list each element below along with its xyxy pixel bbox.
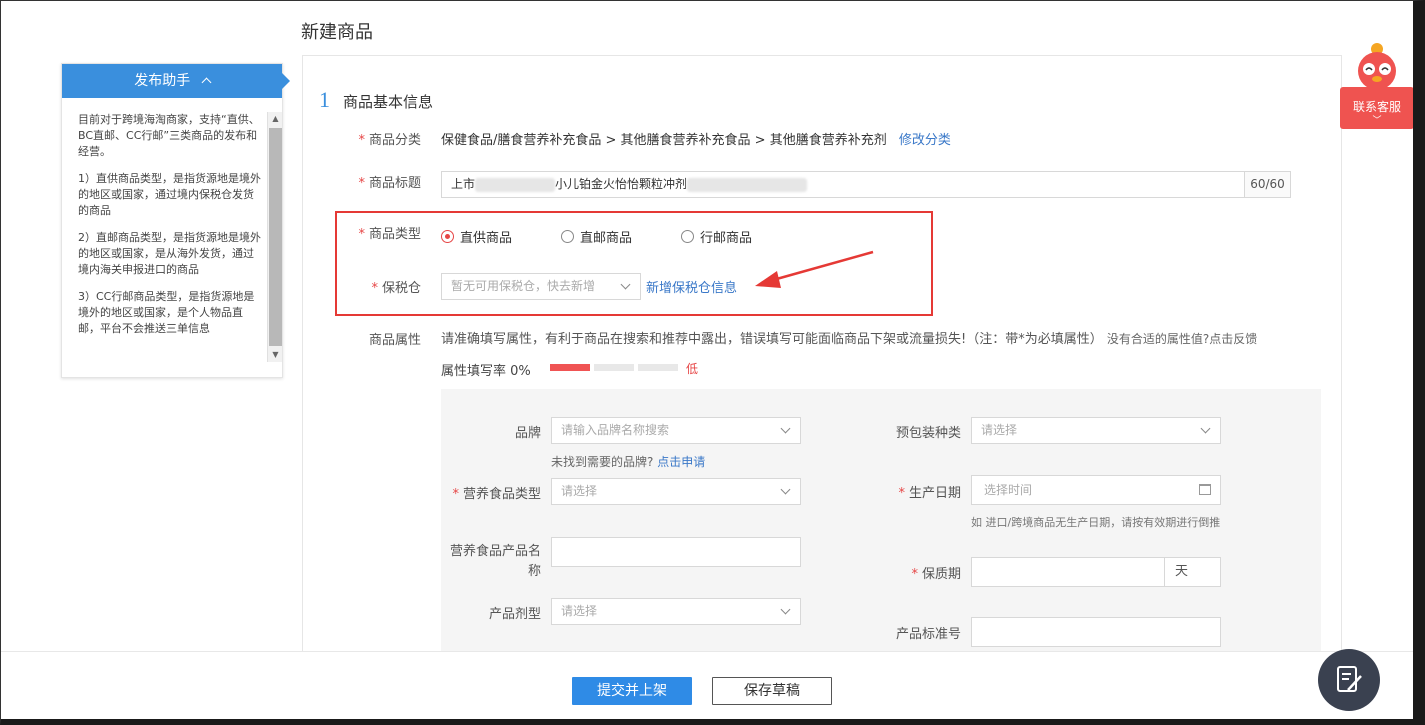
helper-paragraph: 3）CC行邮商品类型，是指货源地是境外的地区或国家，是个人物品直邮，平台不会推送… <box>78 290 255 335</box>
mascot-icon <box>1358 43 1396 90</box>
submit-publish-button[interactable]: 提交并上架 <box>572 677 692 705</box>
category-label: * 商品分类 <box>358 133 421 148</box>
shelf-life-label: * 保质期 <box>911 567 961 582</box>
category-path-text: 保健食品/膳食营养补充食品 > 其他膳食营养补充食品 > 其他膳食营养补充剂 <box>441 133 887 148</box>
edit-note-icon <box>1337 666 1362 692</box>
section-number: 1 <box>319 87 330 112</box>
title-text-middle: 小儿铂金火怡怡颗粒冲剂 <box>555 177 688 191</box>
blurred-text <box>687 177 808 192</box>
helper-pointer <box>282 73 290 89</box>
product-name-input[interactable] <box>551 537 801 567</box>
helper-paragraph: 2）直邮商品类型，是指货源地是境外的地区或国家，是从海外发货，通过境内海关申报进… <box>78 231 261 276</box>
chevron-down-icon <box>780 484 791 495</box>
bonded-placeholder: 暂无可用保税仓，快去新增 <box>451 279 596 293</box>
fill-rate-level: 低 <box>686 362 699 376</box>
product-title-input[interactable]: 上市 小儿铂金火怡怡颗粒冲剂 60/60 <box>441 171 1291 198</box>
scroll-thumb[interactable] <box>269 128 282 346</box>
production-date-hint: 如 进口/跨境商品无生产日期，请按有效期进行倒推 <box>971 516 1221 529</box>
chevron-down-icon <box>620 279 631 290</box>
add-bonded-link[interactable]: 新增保税仓信息 <box>646 277 737 296</box>
fill-rate-label: 属性填写率 0% <box>441 364 531 379</box>
helper-paragraph: 1）直供商品类型，是指货源地是境外的地区或国家，通过境内保税仓发货的商品 <box>78 172 261 217</box>
shelf-life-input[interactable]: 天 <box>971 557 1221 587</box>
edit-floating-button[interactable] <box>1318 649 1380 711</box>
apply-brand-link[interactable]: 点击申请 <box>657 455 705 469</box>
helper-scrollbar[interactable]: ▲ ▼ <box>267 112 282 362</box>
annotation-arrow-icon <box>755 250 874 288</box>
save-draft-button[interactable]: 保存草稿 <box>712 677 832 705</box>
bonded-warehouse-select[interactable]: 暂无可用保税仓，快去新增 <box>441 273 641 300</box>
customer-service-button[interactable]: 联系客服 ﹀ <box>1340 87 1413 129</box>
title-char-count: 60/60 <box>1244 172 1290 197</box>
radio-icon <box>681 230 694 243</box>
brand-hint: 未找到需要的品牌? 点击申请 <box>551 455 706 469</box>
radio-icon <box>561 230 574 243</box>
brand-label: 品牌 <box>514 426 541 441</box>
helper-paragraph: 目前对于跨境海淘商家，支持“直供、BC直邮、CC行邮”三类商品的发布和经营。 <box>78 113 260 158</box>
chevron-down-icon <box>1200 423 1211 434</box>
attributes-label: 商品属性 <box>368 333 421 348</box>
action-bar <box>1 651 1413 719</box>
dosage-select[interactable]: 请选择 <box>551 598 801 625</box>
shelf-life-unit: 天 <box>1164 558 1220 586</box>
package-label: 预包装种类 <box>895 426 961 441</box>
feedback-link[interactable]: 点击反馈 <box>1209 332 1257 346</box>
chevron-up-icon <box>201 77 212 88</box>
product-type-label: * 商品类型 <box>358 227 421 242</box>
chevron-down-icon <box>780 604 791 615</box>
modify-category-link[interactable]: 修改分类 <box>899 133 951 148</box>
category-path: 保健食品/膳食营养补充食品 > 其他膳食营养补充食品 > 其他膳食营养补充剂 修… <box>441 129 951 148</box>
radio-direct-mail[interactable]: 直邮商品 <box>561 227 632 246</box>
production-date-label: * 生产日期 <box>898 486 961 501</box>
customer-service-widget[interactable]: 联系客服 ﹀ <box>1340 41 1413 131</box>
bonded-label: * 保税仓 <box>371 281 421 296</box>
section-title: 商品基本信息 <box>343 93 434 111</box>
window-frame: 新建商品 发布助手 目前对于跨境海淘商家，支持“直供、BC直邮、CC行邮”三类商… <box>0 0 1425 725</box>
product-name-label: 营养食品产品名称 <box>449 544 541 579</box>
publish-helper-panel: 发布助手 目前对于跨境海淘商家，支持“直供、BC直邮、CC行邮”三类商品的发布和… <box>61 63 290 378</box>
scroll-down-icon[interactable]: ▼ <box>268 348 283 362</box>
title-text-prefix: 上市 <box>451 177 476 191</box>
attributes-hint: 请准确填写属性，有利于商品在搜索和推荐中露出，错误填写可能面临商品下架或流量损失… <box>441 332 1258 347</box>
package-select[interactable]: 请选择 <box>971 417 1221 444</box>
blurred-text <box>475 177 556 192</box>
chevron-down-icon: ﹀ <box>1372 116 1382 126</box>
radio-selected-icon <box>441 230 454 243</box>
helper-title: 发布助手 <box>134 73 191 89</box>
production-date-picker[interactable]: 选择时间 <box>971 475 1221 505</box>
standard-no-label: 产品标准号 <box>895 627 961 642</box>
food-type-select[interactable]: 请选择 <box>551 478 801 505</box>
radio-direct-supply[interactable]: 直供商品 <box>441 227 512 246</box>
title-label: * 商品标题 <box>358 176 421 191</box>
chevron-down-icon <box>780 423 791 434</box>
helper-header[interactable]: 发布助手 <box>62 64 290 98</box>
scroll-up-icon[interactable]: ▲ <box>268 112 283 126</box>
dosage-label: 产品剂型 <box>488 607 541 622</box>
standard-no-input[interactable] <box>971 617 1221 647</box>
calendar-icon <box>1199 484 1211 495</box>
page-title: 新建商品 <box>301 22 373 43</box>
fill-rate-bar-empty <box>594 364 634 371</box>
fill-rate-bar-filled <box>550 364 590 371</box>
radio-personal-mail[interactable]: 行邮商品 <box>681 227 752 246</box>
fill-rate-bar-empty <box>638 364 678 371</box>
helper-body: 目前对于跨境海淘商家，支持“直供、BC直邮、CC行邮”三类商品的发布和经营。 1… <box>78 112 262 348</box>
brand-select[interactable]: 请输入品牌名称搜索 <box>551 417 801 444</box>
food-type-label: * 营养食品类型 <box>452 487 541 502</box>
